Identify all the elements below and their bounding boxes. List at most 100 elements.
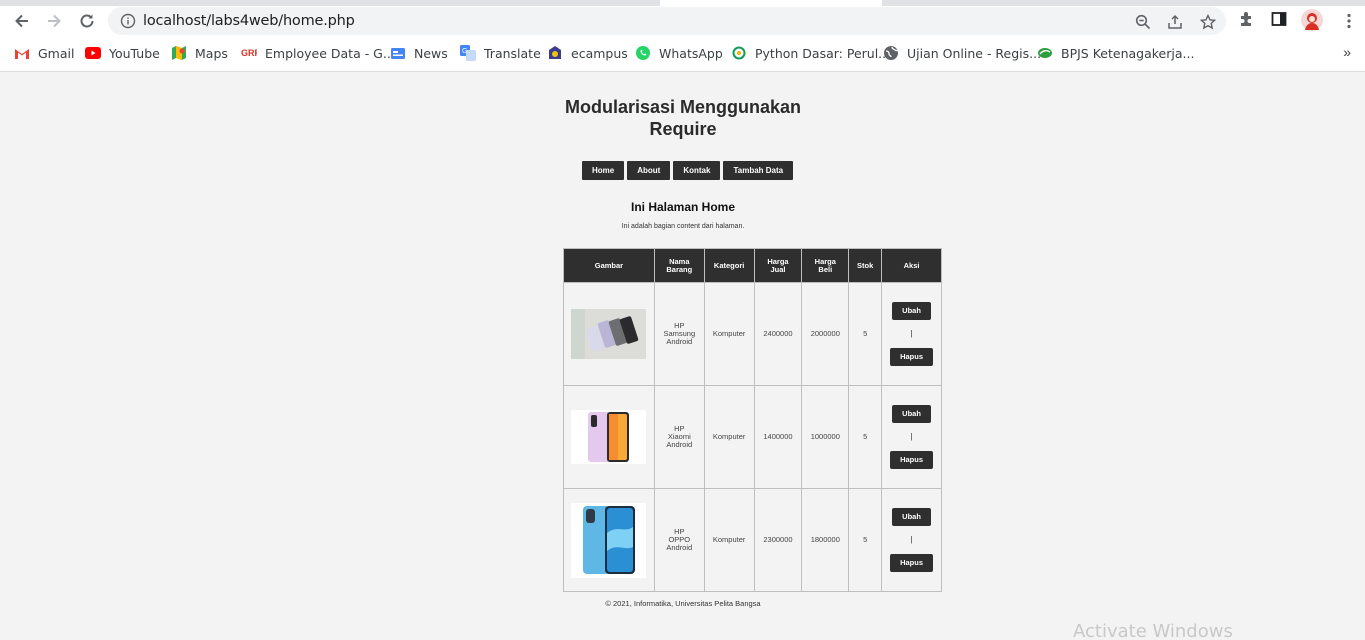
bookmark-bpjs[interactable]: BPJS Ketenagakerja... (1037, 45, 1194, 61)
bookmarks-bar: Gmail YouTube Maps GRP Employee Data - G… (0, 36, 1365, 72)
python-dasar-icon (731, 45, 747, 61)
bookmark-label: YouTube (109, 45, 160, 61)
header-stok: Stok (848, 248, 883, 283)
bookmark-label: ecampus (571, 45, 628, 61)
action-separator: | (910, 432, 913, 441)
nama-line: Android (666, 440, 693, 449)
activate-windows-watermark: Activate Windows (1073, 621, 1233, 640)
bookmark-label: News (414, 45, 448, 61)
content-description: Ini adalah bagian content dari halaman. (621, 223, 745, 230)
bookmark-label: Ujian Online - Regis... (907, 45, 1042, 61)
ubah-button[interactable]: Ubah (892, 508, 932, 526)
nama-line: Android (666, 543, 693, 552)
page-footer: © 2021, Informatika, Universitas Pelita … (605, 599, 761, 608)
xiaomi-phone-image (571, 410, 647, 464)
site-title: Modularisasi Menggunakan Require (553, 96, 813, 140)
bookmark-label: Maps (195, 45, 228, 61)
cell-harga-beli: 2000000 (801, 282, 850, 386)
bookmark-whatsapp[interactable]: WhatsApp (635, 45, 723, 61)
nav-home[interactable]: Home (582, 161, 625, 180)
oppo-phone-image (571, 502, 647, 578)
ubah-button[interactable]: Ubah (892, 405, 932, 423)
svg-text:G: G (462, 48, 467, 55)
maps-icon (171, 45, 187, 61)
whatsapp-icon (635, 45, 651, 61)
side-panel-icon[interactable] (1270, 10, 1288, 28)
ubah-button[interactable]: Ubah (892, 302, 932, 320)
nav-about[interactable]: About (627, 161, 671, 180)
browser-toolbar: localhost/labs4web/home.php (0, 6, 1365, 36)
youtube-icon (85, 45, 101, 61)
back-button[interactable] (11, 10, 33, 32)
address-bar[interactable]: localhost/labs4web/home.php (108, 7, 1226, 35)
action-separator: | (910, 329, 913, 338)
bookmark-gmail[interactable]: Gmail (14, 45, 74, 61)
cell-harga-jual: 1400000 (753, 385, 803, 489)
cell-gambar (563, 282, 655, 386)
bookmark-star-icon[interactable] (1199, 13, 1217, 31)
bookmark-ecampus[interactable]: ecampus (547, 45, 628, 61)
header-nama-barang: Nama Barang (653, 248, 705, 283)
header-text: Barang (666, 264, 693, 274)
nav-kontak[interactable]: Kontak (673, 161, 721, 180)
bookmark-youtube[interactable]: YouTube (85, 45, 160, 61)
back-arrow-icon (15, 14, 28, 28)
cell-nama-barang: HP Xiaomi Android (653, 385, 705, 489)
extensions-icon[interactable] (1238, 10, 1256, 28)
header-gambar: Gambar (563, 248, 655, 283)
ecampus-icon (547, 45, 563, 61)
share-icon[interactable] (1166, 13, 1184, 31)
cell-harga-jual: 2400000 (753, 282, 803, 386)
page-body: Modularisasi Menggunakan Require Home Ab… (0, 72, 1365, 640)
gmail-icon (14, 45, 30, 61)
bookmark-maps[interactable]: Maps (171, 45, 228, 61)
bookmark-python-dasar[interactable]: Python Dasar: Perul... (731, 45, 890, 61)
action-separator: | (910, 535, 913, 544)
table-row: HP OPPO Android Komputer 2300000 1800000 5… (563, 488, 942, 592)
translate-icon: G (460, 45, 476, 61)
content-title: Ini Halaman Home (630, 200, 736, 214)
site-title-line1: Modularisasi Menggunakan (564, 97, 802, 117)
bpjs-icon (1037, 45, 1053, 61)
reload-button[interactable] (76, 10, 98, 32)
cell-harga-jual: 2300000 (753, 488, 803, 592)
hapus-button[interactable]: Hapus (890, 348, 934, 366)
cell-gambar (563, 488, 655, 592)
header-aksi: Aksi (881, 248, 942, 283)
bookmark-news[interactable]: News (390, 45, 448, 61)
news-icon (390, 45, 406, 61)
bookmark-label: BPJS Ketenagakerja... (1061, 45, 1195, 61)
bookmark-label: Translate (484, 45, 541, 61)
url-text[interactable]: localhost/labs4web/home.php (143, 13, 355, 29)
bookmark-ujian-online[interactable]: Ujian Online - Regis... (883, 45, 1041, 61)
forward-arrow-icon (48, 14, 61, 28)
samsung-phones-image (571, 309, 647, 359)
cell-kategori: Komputer (703, 282, 755, 386)
forward-button[interactable] (43, 10, 65, 32)
hapus-button[interactable]: Hapus (890, 451, 934, 469)
bookmark-translate[interactable]: G Translate (460, 45, 541, 61)
hapus-button[interactable]: Hapus (890, 554, 934, 572)
zoom-icon[interactable] (1134, 13, 1152, 31)
bookmark-label: Gmail (38, 45, 75, 61)
reload-icon (80, 14, 94, 28)
cell-kategori: Komputer (703, 385, 755, 489)
bookmark-label: WhatsApp (659, 45, 723, 61)
bookmarks-more-button[interactable]: » (1343, 44, 1351, 60)
menu-dots-icon[interactable] (1340, 12, 1358, 30)
employee-data-icon: GRP (241, 45, 257, 61)
bookmark-employee-data[interactable]: GRP Employee Data - G... (241, 45, 395, 61)
svg-text:GRP: GRP (241, 48, 257, 58)
cell-gambar (563, 385, 655, 489)
nav-tambah-data[interactable]: Tambah Data (723, 161, 794, 180)
site-title-line2: Require (649, 119, 717, 139)
cell-kategori: Komputer (703, 488, 755, 592)
bookmark-label: Employee Data - G... (265, 45, 395, 61)
header-kategori: Kategori (703, 248, 755, 283)
profile-avatar[interactable] (1300, 8, 1324, 32)
table-row: HP Xiaomi Android Komputer 1400000 1000000… (563, 385, 942, 489)
nama-line: Android (666, 337, 693, 346)
product-table: Gambar Nama Barang Kategori Harga Jual Har… (563, 248, 942, 592)
site-info-icon[interactable] (120, 13, 136, 34)
cell-stok: 5 (848, 488, 883, 592)
